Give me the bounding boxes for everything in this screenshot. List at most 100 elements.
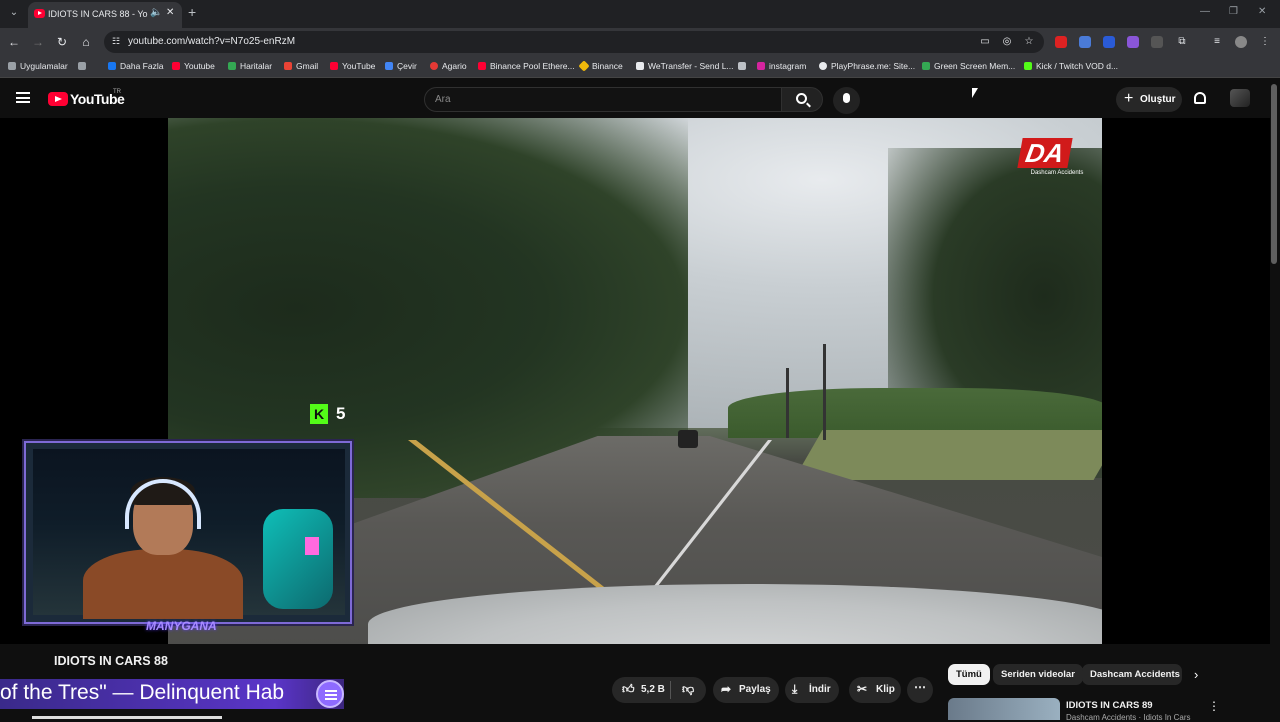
- spotify-icon: [316, 680, 344, 708]
- new-tab-icon[interactable]: +: [188, 4, 196, 20]
- kick-icon: [1024, 62, 1032, 70]
- youtube-icon: [478, 62, 486, 70]
- like-count: 5,2 B: [641, 684, 665, 695]
- share-icon: ➦: [721, 682, 732, 696]
- recommendation-title[interactable]: IDIOTS IN CARS 89: [1066, 700, 1153, 711]
- chevron-right-icon[interactable]: ›: [1194, 667, 1198, 682]
- extensions-puzzle-icon[interactable]: ⧉: [1175, 35, 1189, 49]
- notifications-bell-icon[interactable]: [1194, 92, 1206, 104]
- extension-new-icon[interactable]: [1055, 36, 1067, 48]
- country-code: TR: [113, 89, 121, 95]
- video-car: [678, 430, 698, 448]
- install-app-icon[interactable]: ▭: [978, 35, 992, 49]
- mouse-cursor-icon: [972, 88, 978, 98]
- webcam-light: [305, 537, 319, 555]
- video-title: IDIOTS IN CARS 88: [54, 654, 168, 668]
- like-dislike-group: 👍︎ 5,2 B 👎︎: [612, 677, 706, 703]
- speaker-icon[interactable]: 🔈: [150, 7, 162, 18]
- bookmark-item[interactable]: WeTransfer - Send L...: [636, 61, 734, 71]
- bookmarks-bar: Uygulamalar Daha Fazla Youtube Haritalar…: [0, 56, 1280, 78]
- bookmark-item[interactable]: PlayPhrase.me: Site...: [819, 61, 915, 71]
- chip-all[interactable]: Tümü: [948, 664, 990, 685]
- share-label: Paylaş: [739, 684, 771, 695]
- download-label: İndir: [809, 684, 831, 695]
- bookmark-item[interactable]: Binance Pool Ethere...: [478, 61, 575, 71]
- tab-list-icon[interactable]: ≡: [1210, 35, 1224, 49]
- extension-wave-icon[interactable]: [1103, 36, 1115, 48]
- youtube-icon: [330, 62, 338, 70]
- youtube-header: YouTube TR Ara + Oluştur: [0, 78, 1280, 118]
- bookmark-item[interactable]: Gmail: [284, 61, 318, 71]
- back-icon[interactable]: ←: [6, 34, 22, 50]
- bookmark-item[interactable]: Kick / Twitch VOD d...: [1024, 61, 1118, 71]
- recommendation-thumbnail[interactable]: [948, 698, 1060, 720]
- recommendation-channel[interactable]: Dashcam Accidents · Idiots In Cars: [1066, 713, 1196, 722]
- bookmark-item[interactable]: Uygulamalar: [8, 61, 68, 71]
- tab-search-icon[interactable]: ⌄: [6, 5, 22, 21]
- channel-watermark-logo: DA Dashcam Accidents: [1016, 128, 1098, 180]
- bookmark-item[interactable]: Agario: [430, 61, 467, 71]
- restore-icon[interactable]: ❐: [1229, 6, 1238, 17]
- extension-screenshot-icon[interactable]: [1151, 36, 1163, 48]
- bookmark-item[interactable]: [738, 61, 750, 71]
- home-icon[interactable]: ⌂: [78, 34, 94, 50]
- now-playing-ticker: of the Tres" — Delinquent Hab: [0, 679, 344, 709]
- clip-button[interactable]: ✂ Klip: [849, 677, 901, 703]
- green-screen-icon: [922, 62, 930, 70]
- browser-tab[interactable]: IDIOTS IN CARS 88 - YouTube 🔈 ✕: [28, 2, 182, 28]
- more-vertical-icon[interactable]: ⋮: [1208, 699, 1220, 713]
- close-window-icon[interactable]: ✕: [1258, 6, 1266, 17]
- gmail-icon: [284, 62, 292, 70]
- more-horizontal-icon: ⋯: [914, 680, 926, 694]
- apps-grid-icon: [8, 62, 16, 70]
- forward-icon[interactable]: →: [30, 34, 46, 50]
- close-tab-icon[interactable]: ✕: [166, 7, 174, 18]
- facebook-icon: [108, 62, 116, 70]
- bookmark-item[interactable]: YouTube: [330, 61, 375, 71]
- dislike-button[interactable]: 👎︎: [682, 682, 694, 697]
- chip-series-videos[interactable]: Seriden videolar: [993, 664, 1083, 685]
- translate-icon: [385, 62, 393, 70]
- youtube-logo-icon[interactable]: [48, 92, 68, 106]
- bookmark-star-icon[interactable]: ☆: [1022, 35, 1036, 49]
- bookmark-item[interactable]: Binance: [578, 60, 623, 72]
- reload-icon[interactable]: ↻: [54, 34, 70, 50]
- page-scrollbar[interactable]: [1271, 84, 1277, 264]
- search-input[interactable]: Ara: [424, 87, 782, 112]
- eye-off-icon[interactable]: ◎: [1000, 35, 1014, 49]
- taskbar-strip: [32, 716, 222, 719]
- site-info-icon[interactable]: ☷: [112, 36, 120, 47]
- bookmark-item[interactable]: instagram: [757, 61, 806, 71]
- search-button[interactable]: [781, 87, 823, 112]
- webcam-streamer-body: [83, 549, 243, 619]
- bookmark-item[interactable]: Youtube: [172, 61, 215, 71]
- like-button[interactable]: 👍︎: [622, 682, 635, 697]
- bookmark-item[interactable]: Daha Fazla: [108, 61, 163, 71]
- clip-label: Klip: [876, 684, 895, 695]
- search-icon: [796, 93, 807, 104]
- extension-pen-icon[interactable]: [1127, 36, 1139, 48]
- address-bar[interactable]: ☷ youtube.com/watch?v=N7o25-enRzM ▭ ◎ ☆: [104, 31, 1044, 53]
- bookmark-item[interactable]: Green Screen Mem...: [922, 61, 1015, 71]
- microphone-icon: [843, 93, 850, 103]
- bookmark-item[interactable]: Çevir: [385, 61, 417, 71]
- create-button[interactable]: + Oluştur: [1116, 87, 1182, 112]
- voice-search-button[interactable]: [833, 87, 860, 114]
- share-button[interactable]: ➦ Paylaş: [713, 677, 779, 703]
- youtube-favicon-icon: [34, 9, 45, 18]
- more-actions-button[interactable]: ⋯: [907, 677, 933, 703]
- download-button[interactable]: ⤓ İndir: [785, 677, 839, 703]
- minimize-icon[interactable]: —: [1200, 6, 1210, 17]
- watermark-text: DA: [1017, 138, 1073, 168]
- avatar[interactable]: [1230, 89, 1250, 107]
- kick-viewer-count: 5: [336, 404, 346, 423]
- bookmark-item[interactable]: Haritalar: [228, 61, 272, 71]
- browser-menu-icon[interactable]: ⋮: [1258, 35, 1272, 49]
- extension-translate-icon[interactable]: [1079, 36, 1091, 48]
- hamburger-menu-icon[interactable]: [16, 92, 30, 103]
- profile-avatar-icon[interactable]: [1235, 36, 1247, 48]
- watermark-subtext: Dashcam Accidents: [1030, 170, 1084, 176]
- create-label: Oluştur: [1140, 94, 1176, 105]
- bookmark-item[interactable]: [78, 61, 90, 71]
- chip-channel[interactable]: Dashcam Accidents: [1082, 664, 1182, 685]
